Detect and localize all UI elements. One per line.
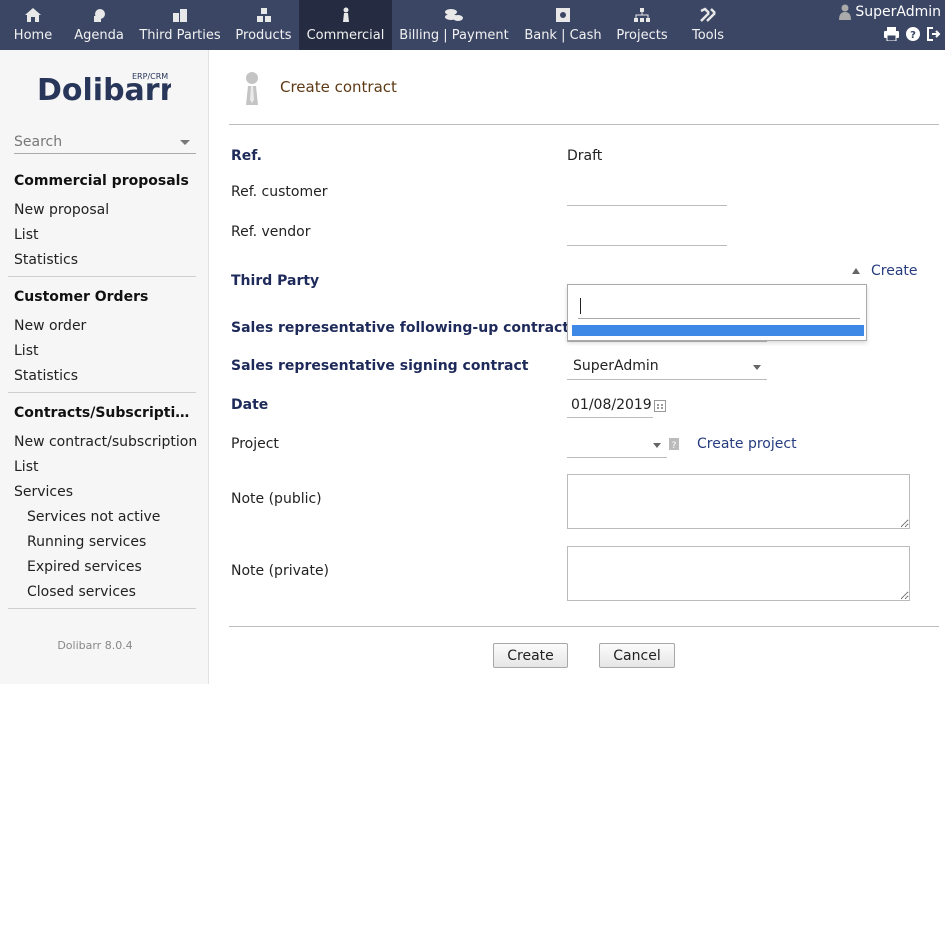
sales-followup-label: Sales representative following-up contra… <box>231 320 570 336</box>
menu-item-new-proposal[interactable]: New proposal <box>14 202 109 218</box>
products-icon <box>256 8 271 22</box>
top-menu-bank[interactable]: Bank | Cash <box>516 0 610 50</box>
user-menu[interactable]: SuperAdmin <box>839 4 941 20</box>
menu-separator <box>8 392 196 393</box>
create-button[interactable]: Create <box>493 643 568 668</box>
menu-item-services-not-active[interactable]: Services not active <box>27 509 160 525</box>
menu-item-contract-list[interactable]: List <box>14 459 38 475</box>
sales-signing-value: SuperAdmin <box>573 358 659 374</box>
top-menu-agenda[interactable]: Agenda <box>66 0 132 50</box>
menu-item-new-contract[interactable]: New contract/subscription <box>14 434 197 450</box>
svg-text:?: ? <box>672 441 677 450</box>
divider <box>229 626 939 627</box>
chevron-up-icon[interactable] <box>852 268 860 274</box>
menu-title-commercial-proposals[interactable]: Commercial proposals <box>14 173 196 189</box>
top-menu-commercial[interactable]: Commercial <box>299 0 392 50</box>
third-parties-icon <box>173 9 187 22</box>
menu-separator <box>8 608 196 609</box>
search-input[interactable] <box>14 134 174 150</box>
top-menu-projects[interactable]: Projects <box>610 0 674 50</box>
third-party-dropdown[interactable] <box>567 284 867 341</box>
logout-icon[interactable] <box>927 27 941 41</box>
calendar-icon[interactable] <box>654 400 666 412</box>
top-menu-billing[interactable]: Billing | Payment <box>392 0 516 50</box>
top-menu-bar: Home Agenda Third Parties Products Comme… <box>0 0 945 50</box>
menu-item-proposal-list[interactable]: List <box>14 227 38 243</box>
project-select[interactable] <box>567 432 667 458</box>
projects-icon <box>634 8 650 22</box>
search-select[interactable] <box>14 134 196 154</box>
version-label: Dolibarr 8.0.4 <box>57 639 133 652</box>
ref-vendor-label: Ref. vendor <box>231 224 311 240</box>
dolibarr-logo[interactable]: Dolibarr ERP/CRM <box>37 70 175 108</box>
tools-icon <box>700 7 716 22</box>
help-icon[interactable]: ? <box>669 438 679 450</box>
note-private-label: Note (private) <box>231 563 330 579</box>
project-label: Project <box>231 436 279 452</box>
menu-separator <box>8 276 196 277</box>
user-icon <box>839 4 852 20</box>
create-project-link[interactable]: Create project <box>697 436 797 452</box>
home-icon <box>25 8 41 22</box>
top-menu-home[interactable]: Home <box>0 0 66 50</box>
menu-item-running-services[interactable]: Running services <box>27 534 146 550</box>
left-menu: Dolibarr ERP/CRM Commercial proposals Ne… <box>0 50 209 684</box>
menu-title-contracts[interactable]: Contracts/Subscriptions <box>14 405 196 421</box>
third-party-search-input[interactable] <box>578 293 860 319</box>
top-menu-third-parties[interactable]: Third Parties <box>132 0 228 50</box>
note-public-label: Note (public) <box>231 491 322 507</box>
sales-signing-label: Sales representative signing contract <box>231 358 529 374</box>
top-menu-tools[interactable]: Tools <box>674 0 742 50</box>
cancel-button[interactable]: Cancel <box>599 643 675 668</box>
help-icon[interactable]: ? <box>906 27 920 41</box>
menu-title-customer-orders[interactable]: Customer Orders <box>14 289 196 305</box>
billing-icon <box>445 9 463 21</box>
sales-signing-select[interactable]: SuperAdmin <box>567 354 767 380</box>
ref-customer-label: Ref. customer <box>231 184 328 200</box>
dropdown-highlighted-option[interactable] <box>572 325 864 336</box>
text-cursor <box>580 298 581 314</box>
menu-item-order-statistics[interactable]: Statistics <box>14 368 78 384</box>
date-value: 01/08/2019 <box>571 397 652 413</box>
menu-item-services[interactable]: Services <box>14 484 73 500</box>
menu-item-order-list[interactable]: List <box>14 343 38 359</box>
chevron-down-icon <box>653 443 661 448</box>
third-party-create-link[interactable]: Create <box>871 263 918 279</box>
print-icon[interactable] <box>884 27 899 41</box>
menu-item-proposal-statistics[interactable]: Statistics <box>14 252 78 268</box>
menu-item-expired-services[interactable]: Expired services <box>27 559 142 575</box>
bank-icon <box>556 8 570 22</box>
commercial-icon <box>342 7 349 22</box>
top-menu-products[interactable]: Products <box>228 0 299 50</box>
ref-label: Ref. <box>231 148 262 164</box>
note-private-textarea[interactable] <box>567 546 910 601</box>
contract-icon <box>246 72 258 105</box>
chevron-down-icon <box>180 140 190 145</box>
chevron-down-icon <box>753 365 761 370</box>
date-input[interactable]: 01/08/2019 <box>567 392 653 418</box>
ref-value: Draft <box>567 148 603 164</box>
page-title: Create contract <box>280 78 397 96</box>
svg-text:ERP/CRM: ERP/CRM <box>132 72 168 81</box>
svg-text:?: ? <box>910 30 916 41</box>
ref-vendor-input[interactable] <box>567 224 727 246</box>
ref-customer-input[interactable] <box>567 184 727 206</box>
third-party-label: Third Party <box>231 273 320 289</box>
note-public-textarea[interactable] <box>567 474 910 529</box>
menu-item-closed-services[interactable]: Closed services <box>27 584 136 600</box>
menu-item-new-order[interactable]: New order <box>14 318 86 334</box>
user-name: SuperAdmin <box>855 4 941 20</box>
agenda-icon <box>94 9 105 22</box>
date-label: Date <box>231 397 269 413</box>
divider <box>229 124 939 125</box>
